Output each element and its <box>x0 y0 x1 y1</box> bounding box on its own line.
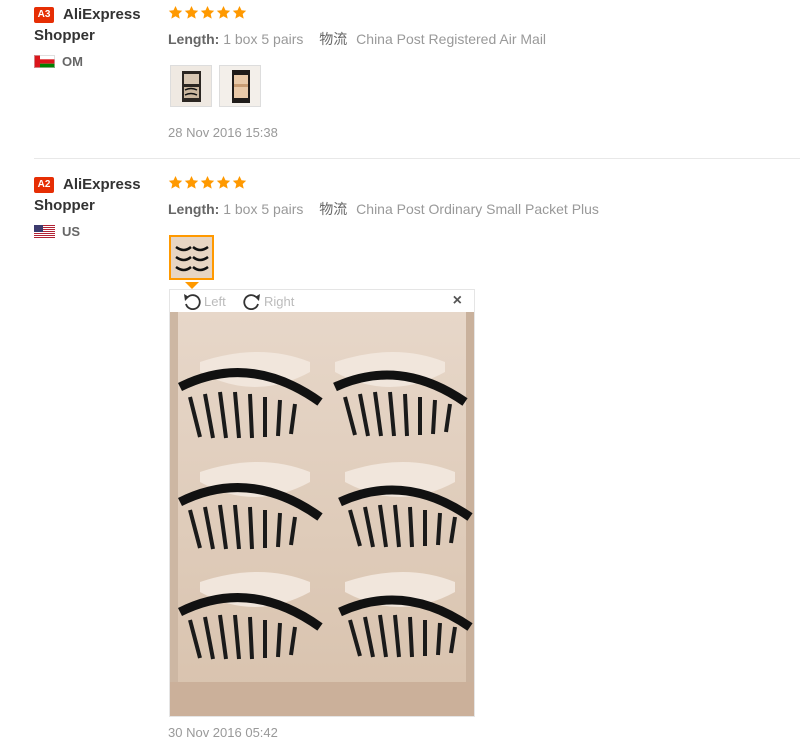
review-date: 28 Nov 2016 15:38 <box>168 125 278 140</box>
rotate-right-label: Right <box>264 293 295 309</box>
star-icon <box>184 175 199 189</box>
star-rating <box>168 5 247 20</box>
lash-tray-photo-icon <box>171 237 212 278</box>
close-viewer-button[interactable]: × <box>453 292 462 310</box>
review-date: 30 Nov 2016 05:42 <box>168 725 278 740</box>
order-info: Length: 1 box 5 pairs 物流 China Post Ordi… <box>168 199 599 219</box>
shipping-value: China Post Registered Air Mail <box>356 31 547 47</box>
star-rating <box>168 175 247 190</box>
star-icon <box>232 5 247 19</box>
oman-flag-icon <box>34 54 55 68</box>
us-flag-icon <box>34 224 55 238</box>
divider <box>34 158 800 159</box>
shipping-label: 物流 <box>319 201 348 217</box>
star-icon <box>184 5 199 19</box>
review-photo-thumbnail[interactable] <box>219 65 261 107</box>
country-code: OM <box>62 53 83 69</box>
reviewer-country: OM <box>34 53 83 69</box>
viewer-toolbar: Left Right × <box>170 290 474 312</box>
country-code: US <box>62 223 81 239</box>
length-value: 1 box 5 pairs <box>223 201 304 217</box>
star-icon <box>168 5 183 19</box>
reviewer-country: US <box>34 223 80 239</box>
review-photo-thumbnail-selected[interactable] <box>169 235 214 280</box>
star-icon <box>216 5 231 19</box>
thumbnail-pointer <box>185 282 199 289</box>
lash-tray-photo <box>170 312 474 716</box>
rotate-right-icon <box>243 294 260 310</box>
star-icon <box>200 5 215 19</box>
order-info: Length: 1 box 5 pairs 物流 China Post Regi… <box>168 29 546 49</box>
reviewer-name: AliExpress Shopper <box>34 176 141 214</box>
shipping-label: 物流 <box>319 31 348 47</box>
rotate-right-button[interactable]: Right <box>242 292 294 310</box>
shipping-value: China Post Ordinary Small Packet Plus <box>356 201 599 217</box>
rotate-left-label: Left <box>204 293 226 309</box>
star-icon <box>200 175 215 189</box>
length-label: Length: <box>168 31 220 47</box>
reviewer-name: AliExpress Shopper <box>34 6 141 44</box>
star-icon <box>232 175 247 189</box>
rotate-left-icon <box>184 294 201 310</box>
star-icon <box>216 175 231 189</box>
lash-box-photo-icon <box>220 66 260 106</box>
star-icon <box>168 175 183 189</box>
length-label: Length: <box>168 201 220 217</box>
rotate-left-button[interactable]: Left <box>182 292 226 310</box>
review-photo-thumbnail[interactable] <box>170 65 212 107</box>
length-value: 1 box 5 pairs <box>223 31 304 47</box>
photo-viewer: Left Right × <box>169 289 475 717</box>
review-item: A3 AliExpress Shopper OM Length: 1 box 5… <box>0 0 800 160</box>
lash-box-photo-icon <box>171 66 211 106</box>
